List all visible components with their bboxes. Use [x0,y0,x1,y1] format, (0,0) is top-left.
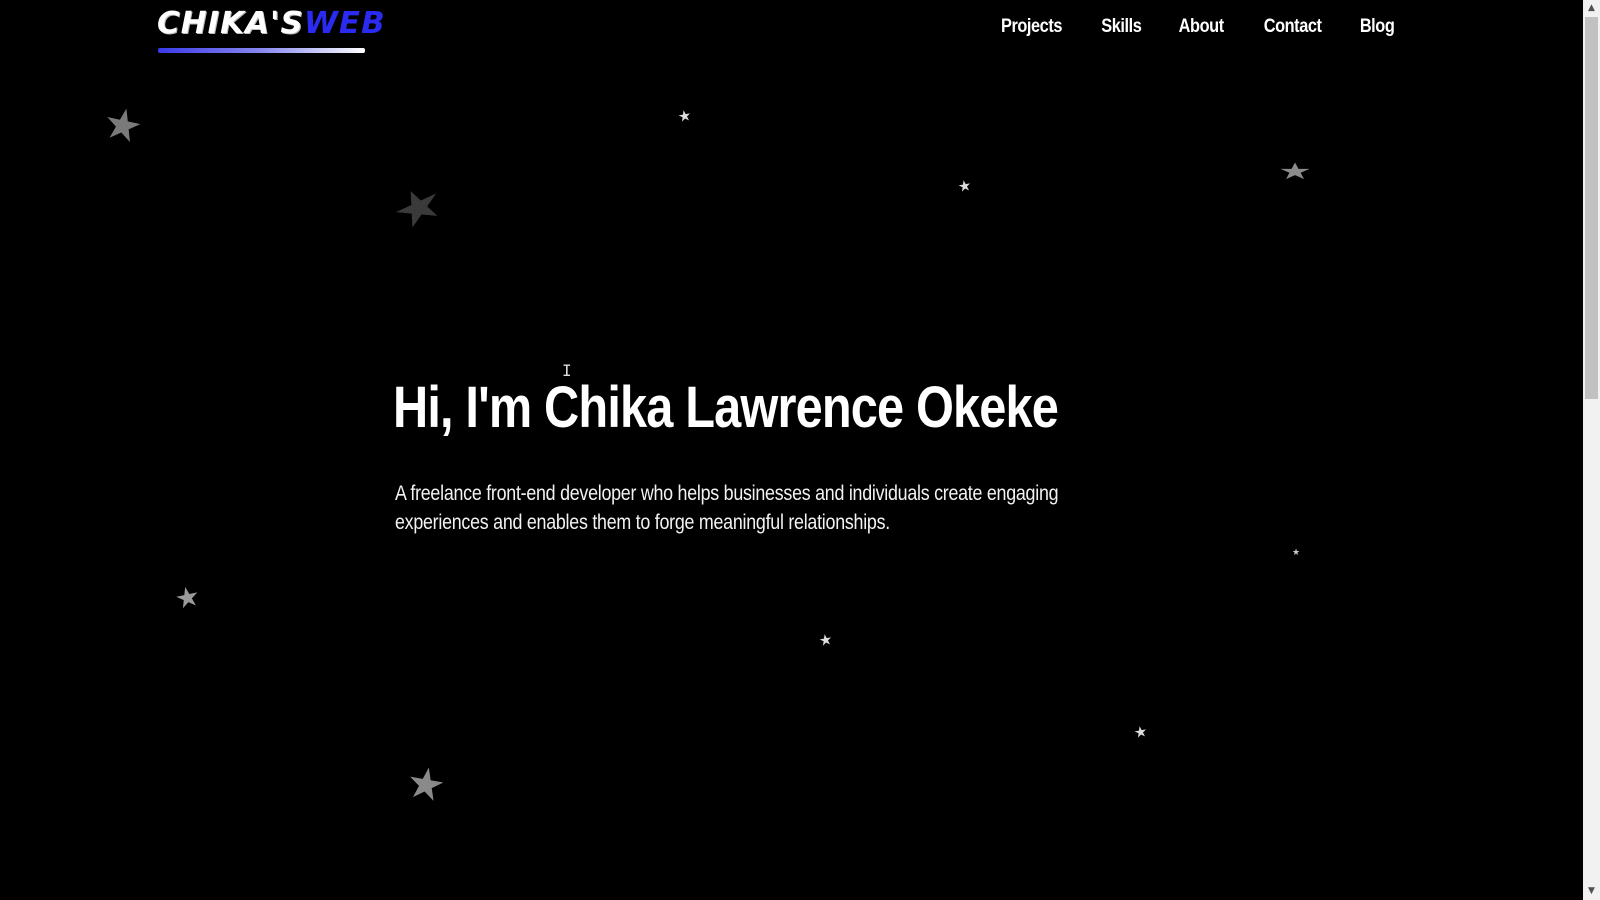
star-icon: ★ [401,755,450,814]
logo-underline [158,48,365,53]
star-icon: ★ [171,578,204,617]
nav-about[interactable]: About [1179,13,1224,41]
star-icon: ★ [98,96,148,155]
nav-blog[interactable]: Blog [1360,13,1395,41]
page: CHIKA'SWEB Projects Skills About Contact… [0,0,1583,900]
text-cursor-icon: I [562,361,572,380]
scroll-thumb[interactable] [1585,17,1598,399]
main-nav: Projects Skills About Contact Blog [965,13,1397,41]
scroll-down-icon[interactable]: ▼ [1583,883,1600,900]
nav-projects[interactable]: Projects [1001,13,1062,41]
nav-contact[interactable]: Contact [1263,13,1321,41]
hero-title: Hi, I'm Chika Lawrence Okeke [393,375,1059,440]
star-icon: ★ [1278,157,1313,185]
scroll-up-icon[interactable]: ▲ [1583,0,1600,17]
star-icon: ★ [382,171,454,243]
star-icon: ★ [676,105,693,127]
logo-main: CHIKA'S [157,6,304,41]
star-icon: ★ [1132,721,1149,743]
logo-text: CHIKA'SWEB [157,6,386,42]
vertical-scrollbar[interactable]: ▲ ▼ [1583,0,1600,900]
nav-skills[interactable]: Skills [1101,13,1142,41]
star-icon: ★ [1292,548,1301,558]
logo[interactable]: CHIKA'SWEB [157,6,385,54]
hero-subtitle: A freelance front-end developer who help… [395,482,1059,534]
star-icon: ★ [956,175,973,197]
star-icon: ★ [817,629,834,651]
logo-accent: WEB [303,6,386,41]
